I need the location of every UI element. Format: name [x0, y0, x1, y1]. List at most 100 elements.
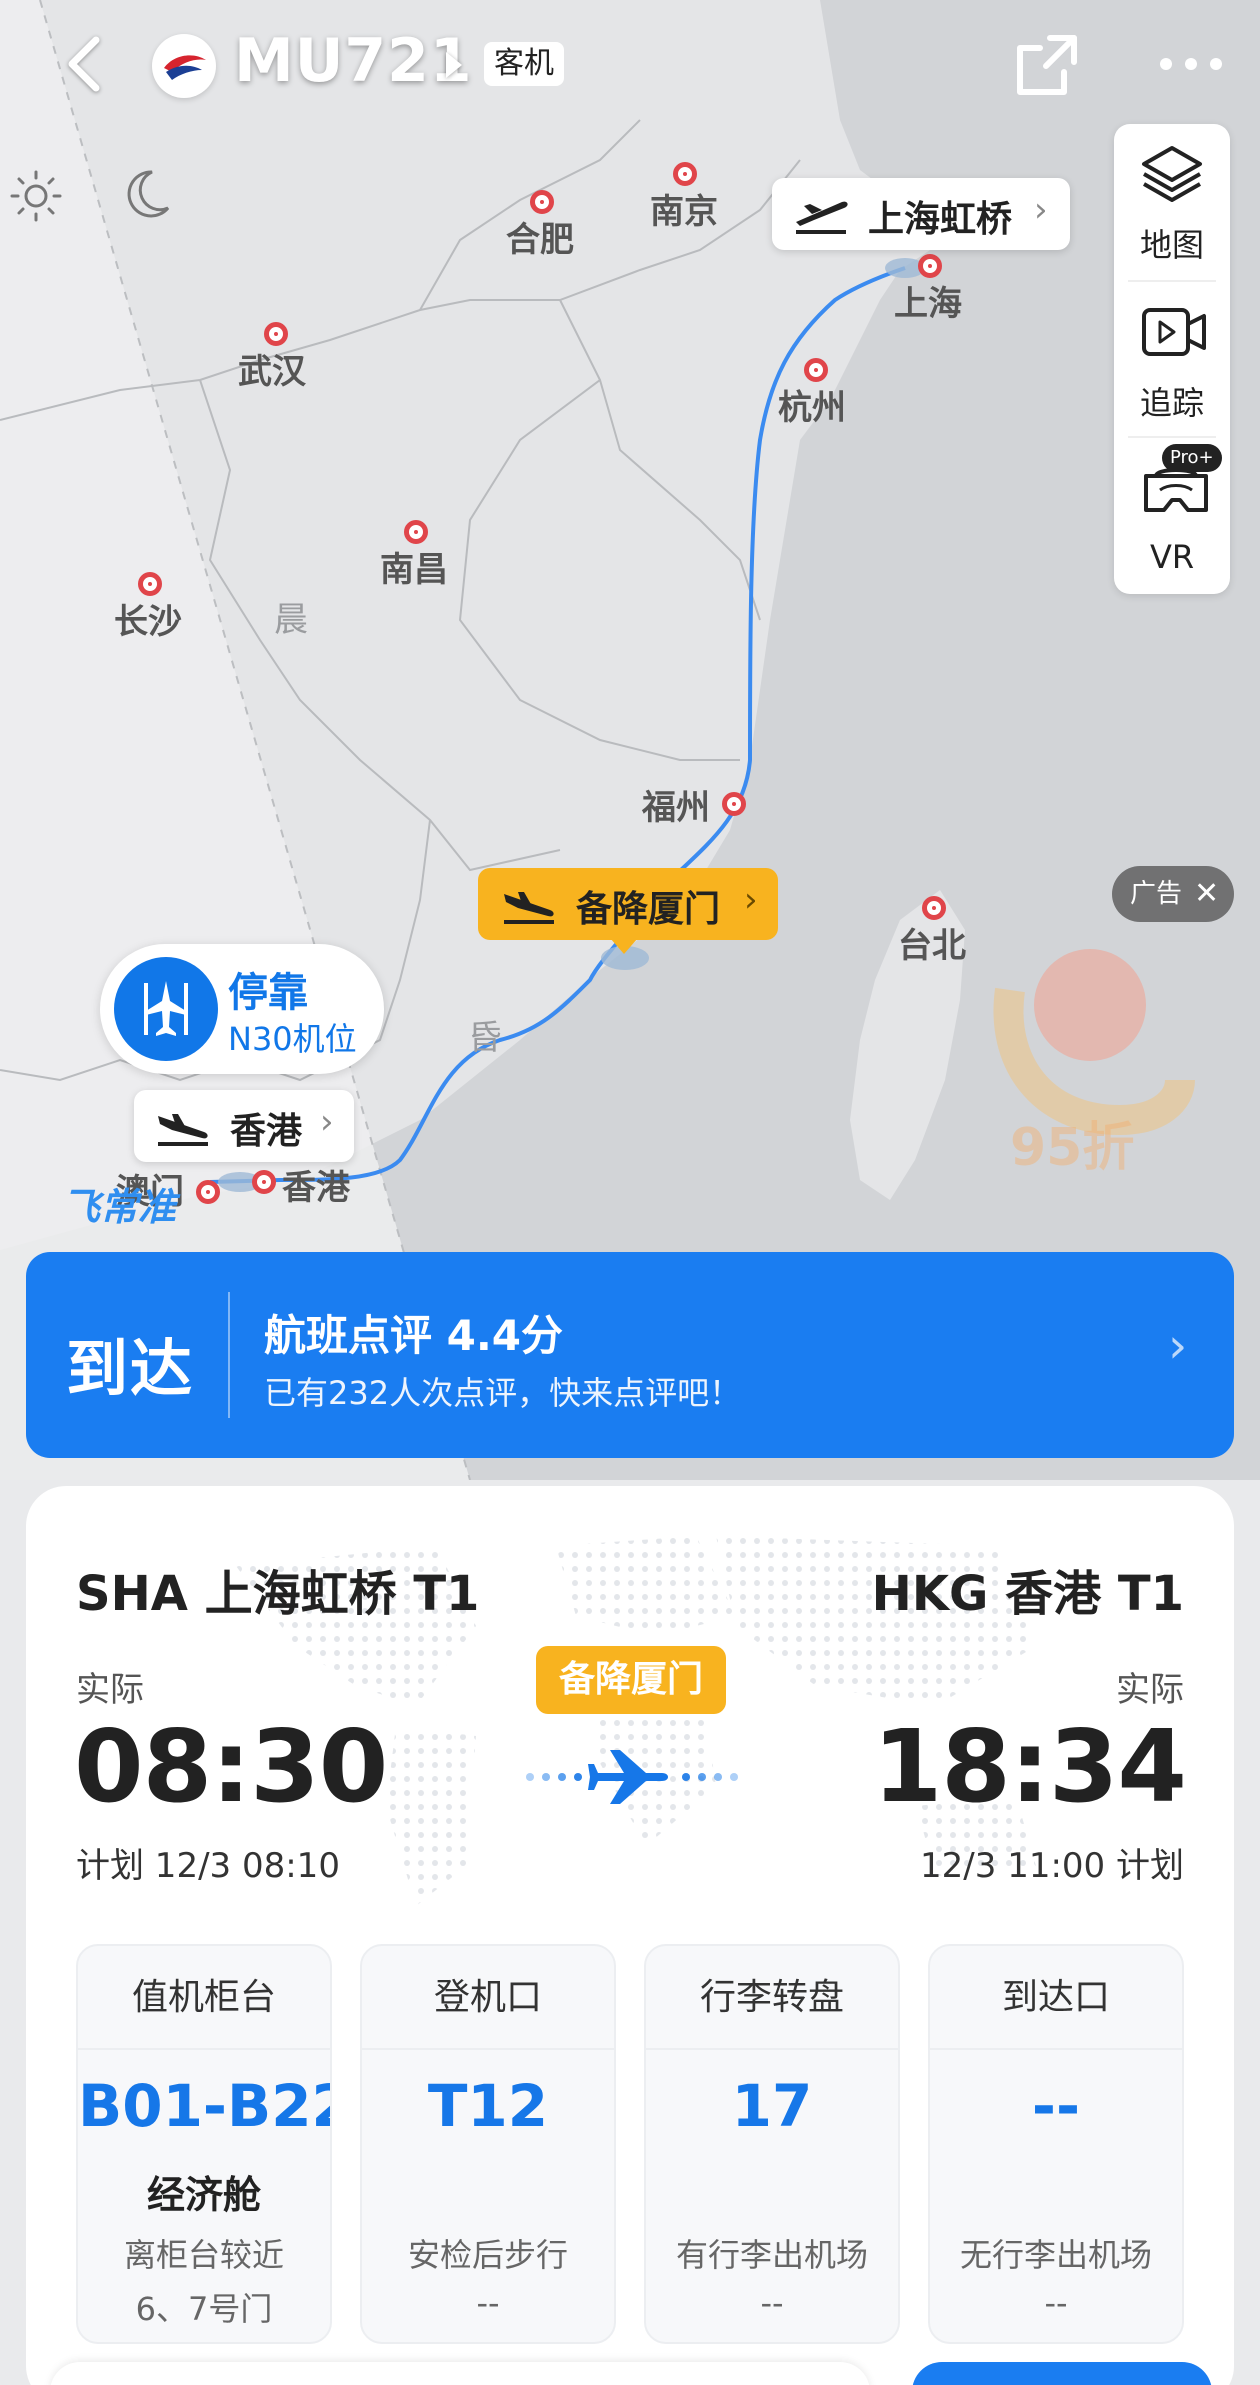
arrival-scheduled: 12/3 11:00 计划 — [920, 1846, 1184, 1886]
flight-status: 到达 — [66, 1332, 195, 1405]
flight-number: MU721 — [234, 26, 473, 96]
alternate-tag-label: 备降厦门 — [576, 889, 721, 930]
origin-tag-label: 上海虹桥 — [868, 199, 1013, 240]
bottom-action-bar[interactable] — [50, 2362, 870, 2385]
checkin-counter-title: 值机柜台 — [78, 1946, 330, 2050]
arrival-exit-value: -- — [1031, 2072, 1081, 2140]
boarding-gate-walk-time: -- — [476, 2284, 500, 2322]
parking-title: 停靠 — [228, 970, 308, 1016]
flight-rating: 航班点评 4.4分 — [264, 1311, 564, 1360]
layers-icon — [1142, 146, 1202, 202]
pro-badge: Pro+ — [1162, 444, 1222, 472]
city-label-nanjing: 南京 — [650, 192, 718, 232]
arrival-exit-detail: -- — [1044, 2284, 1068, 2322]
airline-logo — [152, 34, 216, 98]
parking-icon — [114, 957, 218, 1061]
ad-badge[interactable]: 广告 ✕ — [1112, 866, 1234, 922]
sun-icon[interactable] — [8, 168, 64, 224]
landing-icon — [158, 1114, 208, 1146]
city-pin-changsha — [138, 572, 162, 596]
city-pin-hangzhou — [804, 358, 828, 382]
tag-pointer — [610, 938, 638, 954]
checkin-door-note: 6、7号门 — [135, 2290, 273, 2328]
departure-time-label: 实际 — [76, 1670, 144, 1710]
chevron-right-icon: › — [1034, 190, 1048, 230]
alternate-badge: 备降厦门 — [536, 1646, 726, 1714]
departure-time: 08:30 — [74, 1708, 388, 1825]
vr-label: VR — [1149, 538, 1195, 576]
ad-label: 广告 — [1130, 879, 1183, 909]
parking-stand-number: N30机位 — [228, 1020, 357, 1058]
chevron-right-icon: › — [744, 880, 758, 920]
map-tool-panel: 地图 追踪 VR Pro+ — [1114, 124, 1230, 594]
close-icon[interactable]: ✕ — [1194, 866, 1219, 922]
landing-icon — [504, 892, 554, 924]
track-button[interactable]: 追踪 — [1114, 282, 1230, 438]
alternate-airport-tag[interactable]: 备降厦门 › — [478, 868, 778, 954]
city-pin-hefei — [530, 190, 554, 214]
caret-right-icon[interactable] — [446, 52, 462, 78]
chevron-right-icon: › — [1168, 1318, 1188, 1374]
city-label-taipei: 台北 — [898, 926, 966, 966]
brand-watermark: 飞常准 — [62, 1185, 177, 1229]
moon-icon[interactable] — [118, 164, 178, 224]
arrival-time-label: 实际 — [1116, 1670, 1184, 1710]
baggage-carousel-box[interactable]: 行李转盘 17 有行李出机场 -- — [644, 1944, 900, 2344]
city-label-hongkong: 香港 — [282, 1168, 350, 1208]
arrival-exit-note: 无行李出机场 — [959, 2236, 1152, 2274]
dusk-label: 昏 — [468, 1018, 502, 1058]
boarding-gate-note: 安检后步行 — [407, 2236, 568, 2274]
city-label-fuzhou: 福州 — [642, 788, 710, 828]
destination-airport-tag[interactable]: 香港 › — [134, 1090, 354, 1162]
share-icon[interactable] — [1012, 30, 1082, 100]
baggage-carousel-title: 行李转盘 — [646, 1946, 898, 2050]
bottom-primary-button[interactable] — [912, 2362, 1212, 2385]
vr-headset-icon — [1144, 468, 1208, 512]
baggage-carousel-note: 有行李出机场 — [675, 2236, 868, 2274]
map-layers-label: 地图 — [1139, 226, 1204, 264]
top-navigation-bar: MU721 客机 — [0, 0, 1260, 130]
divider — [228, 1292, 230, 1418]
arrival-airport[interactable]: HKG 香港 T1 — [872, 1554, 1184, 1624]
baggage-carousel-detail: -- — [760, 2284, 784, 2322]
city-pin-nanchang — [404, 520, 428, 544]
arrival-status-banner[interactable]: 到达 航班点评 4.4分 已有232人次点评，快来点评吧！ › — [26, 1252, 1234, 1458]
more-options-icon[interactable] — [1156, 44, 1226, 84]
city-label-hangzhou: 杭州 — [778, 388, 846, 428]
checkin-counter-box[interactable]: 值机柜台 B01-B22 经济舱 离柜台较近 6、7号门 — [76, 1944, 332, 2344]
flight-info-card: SHA 上海虹桥 T1 HKG 香港 T1 实际 实际 08:30 18:34 … — [26, 1486, 1234, 2385]
city-label-changsha: 长沙 — [114, 602, 182, 642]
city-pin-nanjing — [673, 162, 697, 186]
departure-scheduled: 计划 12/3 08:10 — [76, 1846, 340, 1886]
origin-airport-tag[interactable]: 上海虹桥 › — [772, 178, 1070, 250]
checkin-note: 离柜台较近 — [123, 2236, 284, 2274]
city-label-shanghai: 上海 — [894, 284, 962, 324]
city-pin-shanghai — [918, 254, 942, 278]
arrival-time: 18:34 — [872, 1708, 1187, 1825]
svg-text:95折: 95折 — [1010, 1118, 1134, 1178]
city-pin-macau — [196, 1180, 220, 1204]
boarding-gate-box[interactable]: 登机口 T12 安检后步行 -- — [360, 1944, 616, 2344]
aircraft-type-badge: 客机 — [484, 42, 564, 86]
city-label-hefei: 合肥 — [506, 220, 574, 260]
departure-airport[interactable]: SHA 上海虹桥 T1 — [76, 1554, 479, 1624]
baggage-carousel-value: 17 — [731, 2072, 813, 2140]
city-pin-hongkong — [252, 1170, 276, 1194]
map-layers-button[interactable]: 地图 — [1114, 124, 1230, 280]
city-pin-wuhan — [264, 322, 288, 346]
back-arrow-icon[interactable] — [56, 28, 116, 100]
takeoff-icon — [796, 201, 848, 234]
dawn-label: 晨 — [274, 600, 308, 640]
cabin-class: 经济舱 — [146, 2173, 261, 2217]
city-label-nanchang: 南昌 — [380, 550, 448, 590]
checkin-counter-value: B01-B22 — [78, 2072, 330, 2140]
city-pin-fuzhou — [722, 792, 746, 816]
review-prompt: 已有232人次点评，快来点评吧！ — [264, 1374, 742, 1412]
plane-progress-icon — [526, 1750, 738, 1804]
city-label-wuhan: 武汉 — [238, 352, 306, 392]
arrival-exit-box[interactable]: 到达口 -- 无行李出机场 -- — [928, 1944, 1184, 2344]
boarding-gate-value: T12 — [427, 2072, 549, 2140]
city-pin-taipei — [922, 896, 946, 920]
parking-stand-bubble[interactable]: 停靠 N30机位 — [100, 944, 384, 1074]
destination-tag-label: 香港 — [230, 1111, 303, 1152]
